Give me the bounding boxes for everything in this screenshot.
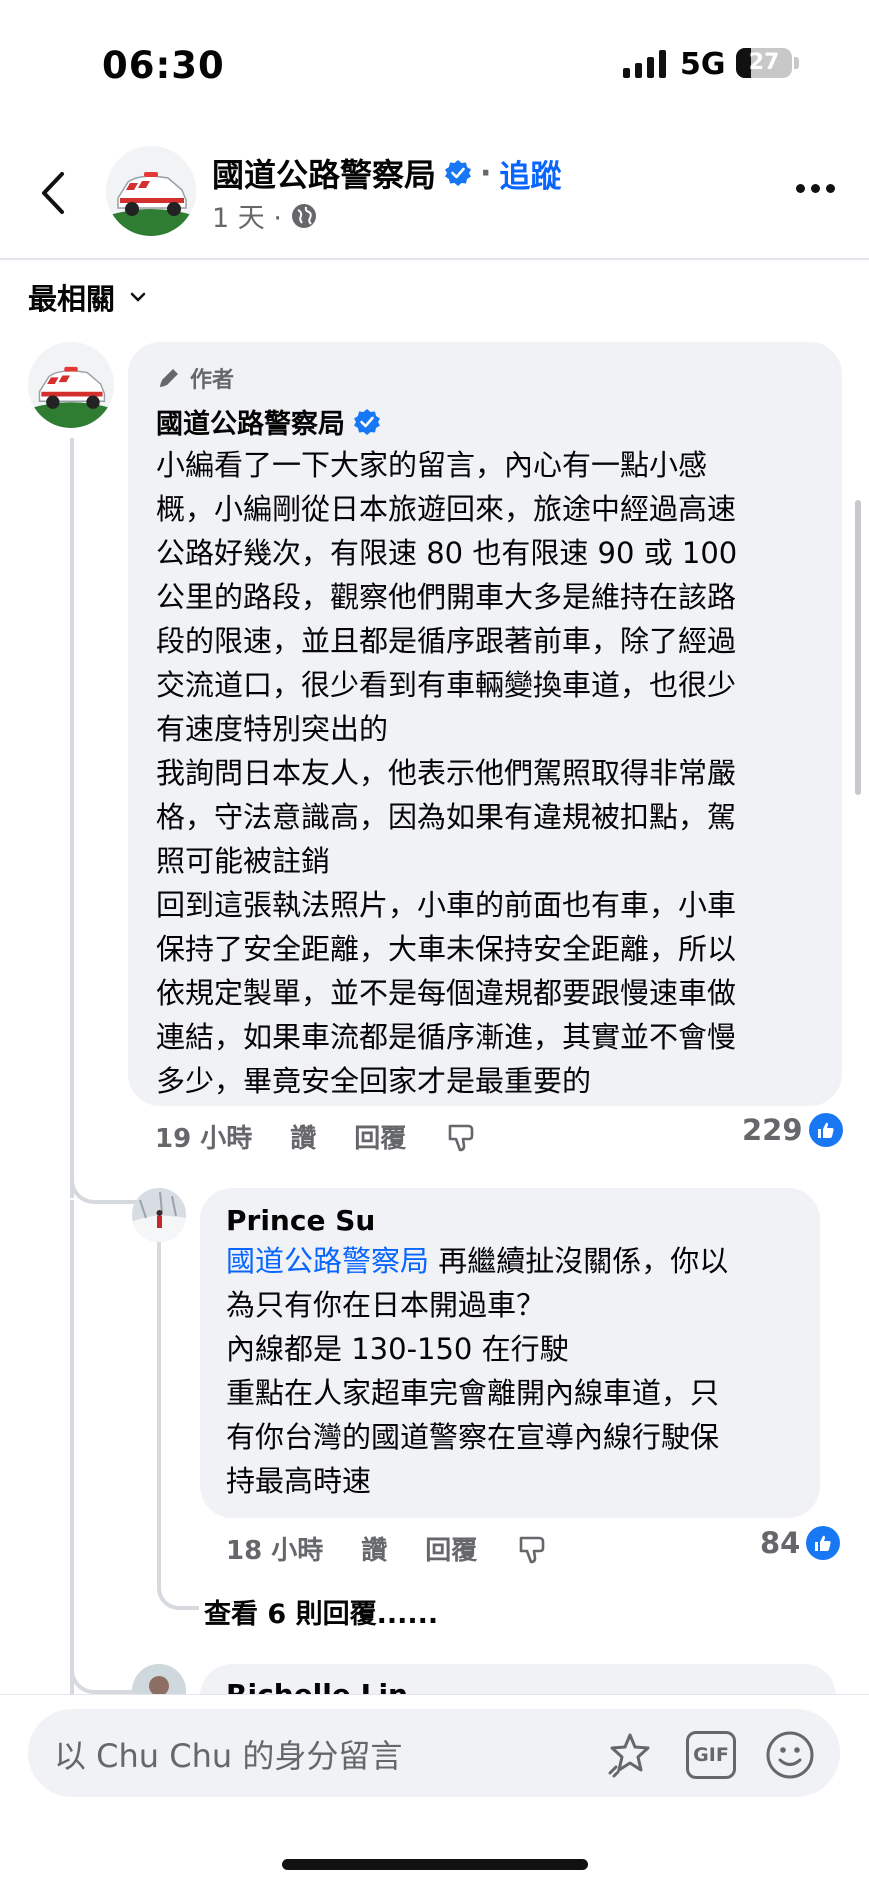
thread-curve [70,1650,136,1694]
separator-dot: · [480,155,492,191]
thumbs-up-icon [808,1113,843,1147]
like-count-value: 229 [742,1113,803,1147]
like-button[interactable]: 讚 [361,1530,387,1567]
police-car-icon [106,146,196,236]
mention-link[interactable]: 國道公路警察局 [226,1244,429,1278]
avatar-sticker-icon[interactable] [604,1729,656,1781]
page-name-row: 國道公路警察局 · 追蹤 [212,150,561,196]
post-time: 1 天 · [212,203,282,234]
verified-badge-icon [445,160,472,186]
police-car-icon [28,342,114,428]
like-count[interactable]: 84 [760,1526,841,1560]
back-arrow-icon[interactable] [36,170,70,216]
reply-button[interactable]: 回覆 [425,1530,477,1567]
gif-label: GIF [693,1744,729,1766]
reply-button[interactable]: 回覆 [354,1118,406,1155]
comment-composer-bar: 以 Chu Chu 的身分留言 GIF [0,1694,869,1884]
post-meta: 1 天 · [212,196,318,235]
comment-bubble[interactable]: 作者 國道公路警察局 小編看了一下大家的留言，內心有一點小感 概，小編剛從日本旅… [128,342,842,1106]
scrollbar[interactable] [855,500,861,795]
network-type: 5G [680,47,726,82]
page-avatar[interactable] [106,146,196,236]
comment-time: 19 小時 [155,1124,253,1154]
like-count-value: 84 [760,1526,801,1560]
signal-icon [623,50,666,78]
snow-photo-icon [132,1188,186,1242]
thumbs-up-icon [806,1526,841,1560]
reply-actions: 18 小時 讚 回覆 [226,1530,549,1567]
globe-icon [291,203,316,228]
reply-bubble[interactable]: Prince Su 國道公路警察局 再繼續扯沒關係，你以 為只有你在日本開過車？… [200,1188,820,1518]
post-header: 國道公路警察局 · 追蹤 1 天 · [0,120,869,260]
verified-badge-icon [354,408,380,435]
reply-author-name[interactable]: Prince Su [226,1204,796,1237]
thread-line [70,438,74,1198]
dislike-icon[interactable] [444,1120,478,1154]
status-bar: 06:30 5G 27 [0,0,869,120]
chevron-down-icon [130,292,146,302]
pencil-icon [160,369,178,387]
like-button[interactable]: 讚 [290,1118,316,1155]
battery-tip [794,57,799,69]
gif-icon[interactable]: GIF [686,1731,736,1779]
status-time: 06:30 [102,44,225,87]
author-tag: 作者 [156,362,816,394]
reply-text-first-line: 再繼續扯沒關係，你以 [429,1244,729,1278]
sort-label: 最相關 [28,282,116,316]
like-count[interactable]: 229 [742,1113,843,1147]
reply-text: 國道公路警察局 再繼續扯沒關係，你以 為只有你在日本開過車？ 內線都是 130-… [226,1239,796,1503]
reply-avatar[interactable] [132,1188,186,1242]
reply-time: 18 小時 [226,1536,324,1566]
battery-level: 27 [748,50,780,75]
follow-button[interactable]: 追蹤 [499,151,561,196]
home-indicator [282,1859,588,1870]
reply-thread-line [157,1230,161,1590]
thread-line [70,1200,74,1694]
reply-thread-curve [157,1570,199,1610]
author-tag-label: 作者 [190,368,235,393]
commenter-name[interactable]: 國道公路警察局 [156,402,345,441]
dislike-icon[interactable] [515,1532,549,1566]
battery-icon: 27 [736,48,792,78]
page-name[interactable]: 國道公路警察局 [212,150,436,196]
comment-avatar[interactable] [28,342,114,428]
emoji-icon[interactable] [764,1729,816,1781]
view-more-replies-link[interactable]: 查看 6 則回覆...... [204,1592,438,1631]
sort-selector[interactable]: 最相關 [28,276,147,318]
thread-curve [70,1160,136,1204]
comment-actions: 19 小時 讚 回覆 [155,1118,478,1155]
commenter-name-row: 國道公路警察局 [156,402,816,441]
comment-text: 小編看了一下大家的留言，內心有一點小感 概，小編剛從日本旅遊回來，旅途中經過高速… [156,448,738,1098]
comment-input[interactable]: 以 Chu Chu 的身分留言 GIF [28,1709,840,1797]
reply-text-body: 為只有你在日本開過車？ 內線都是 130-150 在行駛 重點在人家超車完會離開… [226,1288,720,1498]
more-options-icon[interactable] [796,184,835,193]
comment-input-placeholder: 以 Chu Chu 的身分留言 [54,1737,403,1775]
